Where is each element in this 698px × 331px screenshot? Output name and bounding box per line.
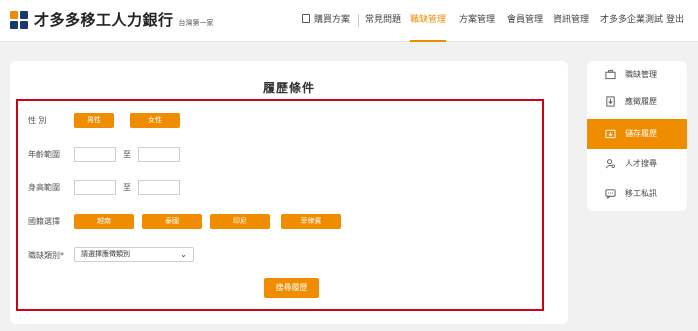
sidebar-item-label: 職缺管理 [625,70,657,79]
sidebar: 職缺管理 應徵履歷 儲存履歷 人才搜尋 移工私訊 [587,61,687,211]
gender-label: 性 別 [28,116,47,125]
briefcase-icon [605,69,616,80]
nationality-vietnam-button[interactable]: 越南 [74,214,134,229]
chevron-down-icon: ⌄ [180,250,187,259]
nav-member-management[interactable]: 會員管理 [507,0,543,42]
page-title: 履歷條件 [262,81,315,95]
age-max-input[interactable] [138,147,180,162]
age-min-input[interactable] [74,147,116,162]
search-resume-button[interactable]: 搜尋履歷 [264,278,319,298]
age-range-label: 年齡範圍 [28,150,60,159]
height-max-input[interactable] [138,180,180,195]
nav-faq[interactable]: 常見問題 [365,0,401,42]
resume-criteria-card: 履歷條件 性 別 男性 女性 年齡範圍 至 身高範圍 至 國籍選擇 越南 泰國 … [10,61,568,324]
user-search-icon [605,159,615,169]
main-nav: 購買方案 常見問題 職缺管理 方案管理 會員管理 資訊管理 才多多企業測試 登出 [0,0,698,42]
top-bar: 才多多移工人力銀行 台灣第一家 購買方案 常見問題 職缺管理 方案管理 會員管理… [0,0,698,42]
job-category-select[interactable]: 請選擇應徵類別 ⌄ [74,247,194,262]
bag-icon [302,14,310,23]
age-to-label: 至 [123,150,131,159]
nationality-indonesia-button[interactable]: 印尼 [210,214,270,229]
folder-save-icon [605,129,616,139]
nationality-thailand-button[interactable]: 泰國 [142,214,202,229]
nav-company-account[interactable]: 才多多企業測試 [600,0,663,42]
nav-logout[interactable]: 登出 [666,0,684,42]
nav-plan-management[interactable]: 方案管理 [459,0,495,42]
chat-icon [605,189,616,199]
sidebar-item-saved-resumes[interactable]: 儲存履歷 [587,119,687,149]
height-min-input[interactable] [74,180,116,195]
sidebar-item-worker-messages[interactable]: 移工私訊 [587,180,687,208]
sidebar-item-label: 人才搜尋 [625,159,657,168]
sidebar-item-talent-search[interactable]: 人才搜尋 [587,150,687,178]
job-category-placeholder: 請選擇應徵類別 [81,250,130,258]
sidebar-item-label: 移工私訊 [625,189,657,198]
sidebar-item-label: 應徵履歷 [625,97,657,106]
gender-female-button[interactable]: 女性 [130,113,180,128]
nav-divider [358,14,359,27]
nav-job-management[interactable]: 職缺管理 [410,0,447,42]
sidebar-item-label: 儲存履歷 [625,129,657,138]
nav-buy-plan[interactable]: 購買方案 [302,0,350,42]
highlight-frame: 性 別 男性 女性 年齡範圍 至 身高範圍 至 國籍選擇 越南 泰國 印尼 菲律… [16,99,544,311]
document-download-icon [606,96,615,107]
nationality-label: 國籍選擇 [28,217,60,226]
nationality-philippines-button[interactable]: 菲律賓 [281,214,341,229]
gender-male-button[interactable]: 男性 [74,113,114,128]
height-to-label: 至 [123,183,131,192]
sidebar-item-applied-resumes[interactable]: 應徵履歷 [587,88,687,116]
nav-info-management[interactable]: 資訊管理 [553,0,589,42]
job-category-label: 職缺類別* [28,251,64,260]
sidebar-item-job-management[interactable]: 職缺管理 [587,61,687,89]
nav-label: 購買方案 [314,15,351,25]
height-range-label: 身高範圍 [28,183,60,192]
